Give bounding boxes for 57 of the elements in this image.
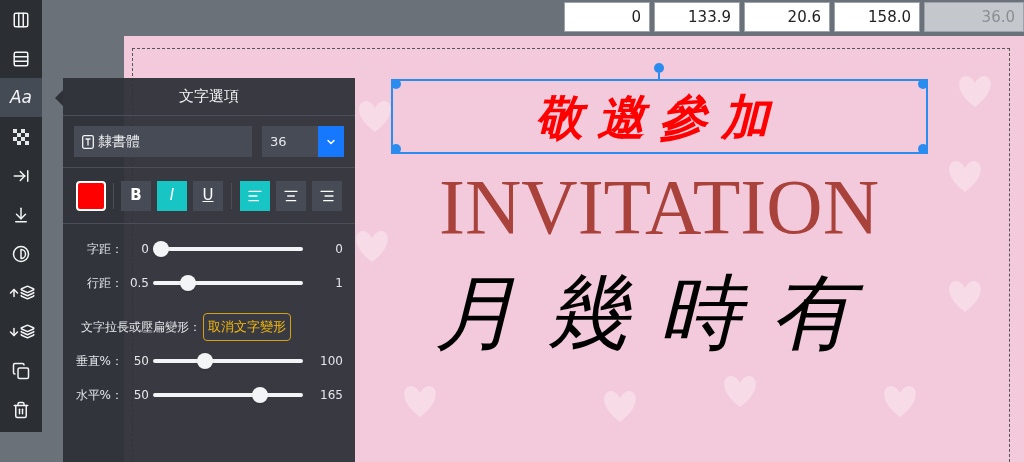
slider-thumb[interactable] xyxy=(153,241,169,257)
slider-track[interactable] xyxy=(153,387,303,403)
layer-up-icon xyxy=(7,285,35,300)
slider-label: 水平%： xyxy=(74,387,123,404)
slider-label: 行距： xyxy=(86,275,123,292)
text-icon: Aa xyxy=(9,84,32,111)
resize-handle[interactable] xyxy=(917,79,928,89)
slider-min: 50 xyxy=(132,353,150,370)
text-style-button[interactable]: U xyxy=(193,180,223,211)
heart-shape xyxy=(356,231,388,262)
color-swatch[interactable] xyxy=(76,180,106,211)
invitation-title: INVITATION xyxy=(439,168,879,246)
align-button[interactable] xyxy=(312,180,342,211)
arrow-down-to-line-icon xyxy=(12,205,30,224)
slider-max: 165 xyxy=(319,387,343,404)
rows-icon xyxy=(12,49,30,68)
trash-icon xyxy=(12,400,30,419)
coordinate-field[interactable]: 133.9 xyxy=(654,2,740,32)
slider-track[interactable] xyxy=(153,241,303,257)
slider-thumb[interactable] xyxy=(252,387,269,403)
slider-thumb[interactable] xyxy=(197,353,214,369)
coordinate-field[interactable]: 20.6 xyxy=(744,2,830,32)
font-select[interactable]: 隸書體 xyxy=(74,126,252,157)
columns-icon xyxy=(12,10,30,29)
slider-max: 1 xyxy=(334,275,343,292)
tool-button[interactable]: Aa xyxy=(0,78,42,117)
resize-handle[interactable] xyxy=(917,144,928,154)
slider-track[interactable] xyxy=(153,353,303,369)
copy-icon xyxy=(12,361,30,380)
size-select[interactable]: 36 xyxy=(262,126,344,157)
reset-transform-button[interactable]: 取消文字變形 xyxy=(203,313,291,341)
heading-text: 敬邀參加 xyxy=(535,92,783,141)
font-icon xyxy=(82,134,94,149)
slider-thumb[interactable] xyxy=(179,275,196,291)
coordinate-field[interactable]: 0 xyxy=(564,2,650,32)
align-button[interactable] xyxy=(276,180,306,211)
slider-label: 垂直%： xyxy=(74,353,123,370)
slider-max: 0 xyxy=(334,241,343,258)
resize-handle[interactable] xyxy=(390,79,401,89)
slider-track[interactable] xyxy=(153,275,303,291)
checker-icon xyxy=(13,128,29,145)
text-style-button[interactable]: B xyxy=(121,180,151,211)
slider-min: 0 xyxy=(140,241,150,258)
heart-shape xyxy=(359,101,391,132)
slider-min: 50 xyxy=(132,387,150,404)
resize-handle[interactable] xyxy=(390,144,401,154)
align-button[interactable] xyxy=(240,180,270,211)
slider-max: 100 xyxy=(319,353,343,370)
contrast-icon xyxy=(12,244,30,263)
layer-down-icon xyxy=(7,324,35,339)
slider-min: 0.5 xyxy=(128,275,150,292)
coordinate-field[interactable]: 158.0 xyxy=(834,2,920,32)
rotate-handle[interactable] xyxy=(654,63,664,79)
calligraphy-text: 月幾時有 xyxy=(435,272,883,354)
panel-title: 文字選項 xyxy=(63,78,355,116)
slider-label: 字距： xyxy=(86,241,123,258)
transform-label: 文字拉長或壓扁變形： xyxy=(81,319,201,336)
